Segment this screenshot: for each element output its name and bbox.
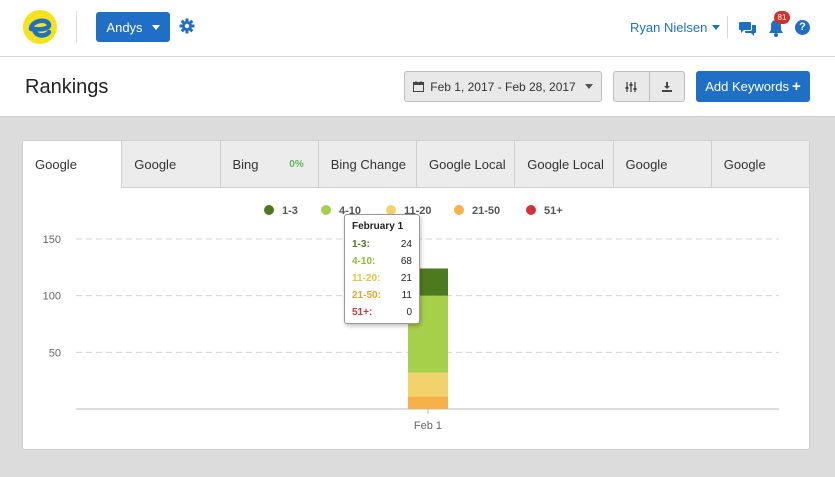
tab-change-badge: 0% (289, 158, 304, 170)
caret-down-icon (712, 25, 721, 30)
chart-tooltip: February 1 1-3: 24 4-10: 68 11-20: 21 21-50: 11… (344, 214, 420, 324)
tab-bing-change[interactable]: Bing Change (317, 141, 416, 188)
tooltip-row: 4-10: 68 (352, 253, 412, 270)
nav-divider (76, 11, 77, 43)
tooltip-row-value: 68 (400, 256, 412, 267)
legend-marker (264, 205, 274, 215)
tab-label: Bing Change (330, 156, 406, 172)
tooltip-row-label: 21-50: (352, 290, 381, 301)
legend-marker (526, 205, 536, 215)
filter-settings-button[interactable] (614, 72, 649, 101)
date-range-picker[interactable]: Feb 1, 2017 - Feb 28, 2017 (404, 71, 602, 102)
bar-segment-11-20 (408, 372, 448, 397)
tab-bing[interactable]: Bing 0% (219, 141, 318, 188)
tab-google[interactable]: Google (121, 141, 220, 188)
tooltip-row: 1-3: 24 (352, 236, 412, 253)
engine-tabs: Google Google Bing 0% Bing Change Google Loca… (23, 141, 809, 188)
tooltip-row: 51+: 0 (352, 304, 412, 321)
legend-label: 51+ (544, 205, 563, 217)
user-menu[interactable]: Ryan Nielsen (630, 20, 721, 35)
user-name: Ryan Nielsen (630, 20, 708, 35)
tab-google[interactable]: Google (23, 141, 122, 188)
tab-google[interactable]: Google (612, 141, 711, 188)
tooltip-row-value: 11 (401, 290, 412, 301)
y-tick-label: 50 (49, 347, 61, 359)
gear-icon[interactable] (179, 18, 195, 34)
plus-icon: + (792, 78, 801, 95)
tab-google-local[interactable]: Google Local (416, 141, 515, 188)
page-header: Rankings Feb 1, 2017 - Feb 28, 2017 Add … (0, 57, 835, 117)
download-icon (661, 81, 672, 92)
tooltip-row-label: 4-10: (352, 256, 376, 267)
notification-count-badge: 81 (774, 11, 790, 24)
tooltip-row-label: 1-3: (352, 239, 370, 250)
tooltip-row: 21-50: 11 (352, 287, 412, 304)
download-button[interactable] (648, 72, 685, 101)
legend-label: 1-3 (282, 205, 298, 217)
tab-google[interactable]: Google (710, 141, 809, 188)
tooltip-row: 11-20: 21 (352, 270, 412, 287)
help-icon[interactable]: ? (795, 20, 810, 35)
chart-tools-group (613, 71, 685, 102)
bar-segment-21-50 (408, 396, 448, 409)
legend-marker (321, 205, 331, 215)
x-tick-label: Feb 1 (414, 420, 442, 432)
nav-divider (727, 16, 728, 38)
tab-label: Bing (232, 156, 259, 172)
calendar-icon (413, 81, 425, 92)
page-title: Rankings (25, 76, 109, 98)
date-range-label: Feb 1, 2017 - Feb 28, 2017 (430, 79, 576, 94)
y-tick-label: 150 (43, 234, 61, 246)
tab-label: Google Local (527, 156, 604, 172)
top-navbar: Andys Ryan Nielsen 81 ? (0, 0, 835, 57)
tooltip-row-value: 0 (406, 307, 412, 318)
legend-label: 21-50 (472, 205, 500, 217)
tooltip-title: February 1 (352, 221, 404, 232)
tab-label: Google Local (429, 156, 506, 172)
tab-label: Google (134, 156, 177, 172)
caret-down-icon (151, 24, 160, 30)
account-label: Andys (106, 19, 143, 35)
legend-marker (454, 205, 464, 215)
chat-icon[interactable] (739, 20, 757, 36)
tab-label: Google (35, 156, 77, 172)
tab-google-local[interactable]: Google Local (514, 141, 613, 188)
y-tick-label: 100 (43, 291, 61, 303)
tab-label: Google (625, 156, 668, 172)
sliders-icon (625, 81, 637, 92)
add-keywords-button[interactable]: Add Keywords + (696, 71, 810, 102)
tooltip-row-label: 11-20: (352, 273, 381, 284)
account-switcher-button[interactable]: Andys (96, 12, 170, 42)
caret-down-icon (584, 84, 593, 89)
tooltip-row-value: 21 (400, 273, 412, 284)
add-keywords-label: Add Keywords (705, 79, 790, 94)
brand-logo[interactable] (22, 9, 58, 45)
tooltip-row-label: 51+: (352, 307, 373, 318)
tooltip-row-value: 24 (400, 239, 412, 250)
tab-label: Google (723, 156, 766, 172)
